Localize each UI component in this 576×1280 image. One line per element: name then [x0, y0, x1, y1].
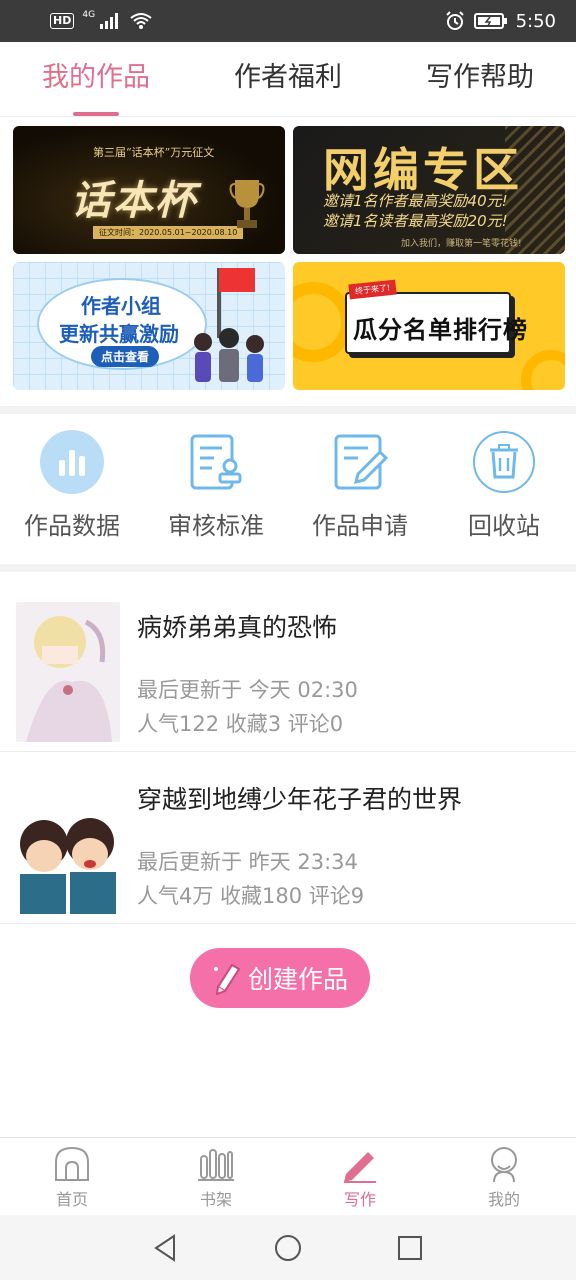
- signal-icon: [100, 13, 119, 29]
- section-divider: [0, 564, 576, 572]
- work-cover-image: [16, 602, 120, 742]
- clock-time: 5:50: [515, 10, 556, 32]
- banner-footer: 加入我们，赚取第一笔零花钱!: [401, 239, 522, 249]
- banner-huaben-cup[interactable]: 第三届“话本杯”万元征文 话本杯 征文时间：2020.05.01~2020.08…: [13, 126, 285, 254]
- nav-label: 写作: [343, 1190, 376, 1209]
- work-updated: 最后更新于 昨天 23:34: [137, 850, 358, 874]
- nav-label: 我的: [487, 1190, 520, 1209]
- back-icon[interactable]: [150, 1232, 182, 1264]
- tab-label: 我的作品: [42, 62, 150, 93]
- work-updated: 最后更新于 今天 02:30: [137, 678, 358, 702]
- banner-decoration: [293, 282, 353, 362]
- home-circle-icon[interactable]: [272, 1232, 304, 1264]
- banner-grid: 第三届“话本杯”万元征文 话本杯 征文时间：2020.05.01~2020.08…: [13, 126, 565, 390]
- banner-line: 邀请1名作者最高奖励40元!: [323, 192, 508, 210]
- banner-view-button[interactable]: 点击查看: [91, 346, 160, 367]
- alarm-icon: [445, 11, 464, 30]
- network-type: 4G: [82, 10, 96, 20]
- people-illustration: [194, 328, 264, 382]
- nav-bookshelf[interactable]: 书架: [144, 1138, 288, 1215]
- quick-work-apply[interactable]: 作品申请: [288, 416, 432, 564]
- nav-write[interactable]: 写作: [288, 1138, 432, 1215]
- active-tab-indicator: [73, 112, 119, 116]
- banner-date: 征文时间：2020.05.01~2020.08.10: [93, 226, 244, 239]
- work-stats: 人气122 收藏3 评论0: [137, 712, 344, 736]
- status-left: HD 4G: [50, 10, 153, 30]
- banner-subtitle: 第三届“话本杯”万元征文: [93, 146, 215, 159]
- quick-review-standard[interactable]: 审核标准: [144, 416, 288, 564]
- banner-ranking[interactable]: 终于来了! 瓜分名单排行榜: [293, 262, 565, 390]
- top-tabs: 我的作品 作者福利 写作帮助: [0, 42, 576, 117]
- home-icon: [55, 1146, 89, 1181]
- status-right: 5:50: [444, 10, 556, 32]
- bookshelf-icon: [198, 1149, 234, 1181]
- quick-label: 作品数据: [24, 512, 120, 540]
- section-divider: [0, 406, 576, 414]
- create-work-button[interactable]: 创建作品: [190, 948, 370, 1008]
- tab-my-works[interactable]: 我的作品: [0, 42, 192, 116]
- pen-icon: [344, 1152, 376, 1183]
- quick-label: 作品申请: [312, 512, 408, 540]
- recent-apps-icon[interactable]: [394, 1232, 426, 1264]
- banner-line: 作者小组: [81, 294, 161, 318]
- banner-title: 话本杯: [71, 177, 197, 224]
- tab-writing-help[interactable]: 写作帮助: [384, 42, 576, 116]
- battery-icon: [473, 13, 507, 29]
- work-cover-image: [16, 774, 120, 914]
- bar-chart-icon: [40, 430, 104, 494]
- nav-home[interactable]: 首页: [0, 1138, 144, 1215]
- banner-line: 邀请1名读者最高奖励20元!: [323, 212, 508, 230]
- quick-work-data[interactable]: 作品数据: [0, 416, 144, 564]
- banner-editor-zone[interactable]: 网编专区 邀请1名作者最高奖励40元! 邀请1名读者最高奖励20元! 加入我们，…: [293, 126, 565, 254]
- banner-author-group[interactable]: 作者小组 更新共赢激励 点击查看: [13, 262, 285, 390]
- quick-label: 回收站: [468, 512, 540, 540]
- quick-recycle-bin[interactable]: 回收站: [432, 416, 576, 564]
- work-stats: 人气4万 收藏180 评论9: [137, 884, 365, 908]
- work-item[interactable]: 病娇弟弟真的恐怖 最后更新于 今天 02:30 人气122 收藏3 评论0: [0, 580, 576, 752]
- quick-actions: 作品数据 审核标准 作品申请 回收站: [0, 416, 576, 564]
- banner-decoration: [521, 350, 565, 390]
- pencil-icon: [213, 963, 241, 995]
- tab-label: 作者福利: [234, 62, 342, 93]
- banner-title: 瓜分名单排行榜: [353, 316, 528, 344]
- banner-line: 更新共赢激励: [59, 322, 179, 346]
- create-button-label: 创建作品: [247, 965, 348, 994]
- bottom-nav: 首页 书架 写作 我的: [0, 1137, 576, 1215]
- review-doc-icon: [190, 434, 242, 490]
- system-nav-bar: [0, 1215, 576, 1280]
- quick-label: 审核标准: [168, 512, 264, 540]
- tab-author-benefits[interactable]: 作者福利: [192, 42, 384, 116]
- nav-label: 书架: [199, 1190, 232, 1209]
- work-item[interactable]: 穿越到地缚少年花子君的世界 最后更新于 昨天 23:34 人气4万 收藏180 …: [0, 752, 576, 924]
- flag-icon: [219, 268, 255, 292]
- trash-icon: [473, 431, 535, 493]
- work-title: 病娇弟弟真的恐怖: [137, 613, 338, 642]
- status-bar: HD 4G 5:50: [0, 0, 576, 42]
- edit-doc-icon: [334, 434, 389, 490]
- trophy-icon: [229, 180, 265, 228]
- nav-profile[interactable]: 我的: [432, 1138, 576, 1215]
- wifi-icon: [130, 13, 152, 29]
- works-list: 病娇弟弟真的恐怖 最后更新于 今天 02:30 人气122 收藏3 评论0 穿越…: [0, 580, 576, 924]
- work-title: 穿越到地缚少年花子君的世界: [137, 785, 463, 814]
- tab-label: 写作帮助: [426, 62, 534, 93]
- nav-label: 首页: [55, 1190, 88, 1209]
- profile-icon: [491, 1147, 517, 1183]
- hd-badge: HD: [50, 13, 75, 29]
